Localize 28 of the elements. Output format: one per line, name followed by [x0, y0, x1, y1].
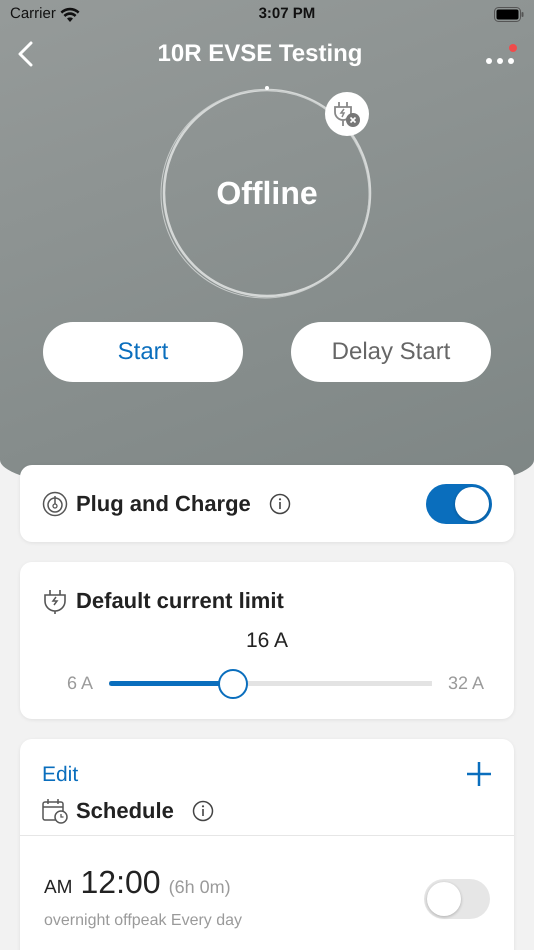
plug-icon — [42, 588, 68, 614]
power-plug-icon — [42, 490, 68, 516]
info-icon[interactable] — [192, 800, 214, 822]
status-label: Offline — [216, 174, 318, 213]
card-title: Plug and Charge — [76, 490, 251, 518]
carrier-label: Carrier — [10, 4, 56, 24]
info-icon[interactable] — [268, 492, 291, 514]
wifi-icon — [60, 6, 80, 22]
min-label: 6 A — [67, 672, 94, 695]
status-time: 3:07 PM — [258, 4, 316, 24]
current-reading: 16 A — [244, 628, 290, 654]
card-title: Schedule — [76, 797, 174, 825]
card-title: Default current limit — [76, 587, 284, 615]
slider-thumb[interactable] — [218, 668, 248, 698]
toggle-switch[interactable] — [426, 484, 492, 524]
add-icon[interactable] — [466, 761, 492, 788]
more-icon[interactable] — [484, 43, 518, 65]
duration-label: (6h 0m) — [168, 876, 231, 899]
toggle-switch[interactable] — [424, 879, 490, 920]
calendar-clock-icon — [42, 798, 68, 824]
battery-icon — [494, 6, 524, 22]
max-label: 32 A — [448, 672, 484, 695]
screen-title: 10R EVSE Testing — [158, 39, 362, 69]
schedule-time: 12:00 — [80, 866, 161, 898]
edit-link[interactable]: Edit — [42, 758, 78, 790]
action-button[interactable]: Start — [43, 322, 243, 382]
schedule-description: overnight offpeak Every day — [44, 910, 242, 930]
period-label: AM — [44, 876, 72, 900]
